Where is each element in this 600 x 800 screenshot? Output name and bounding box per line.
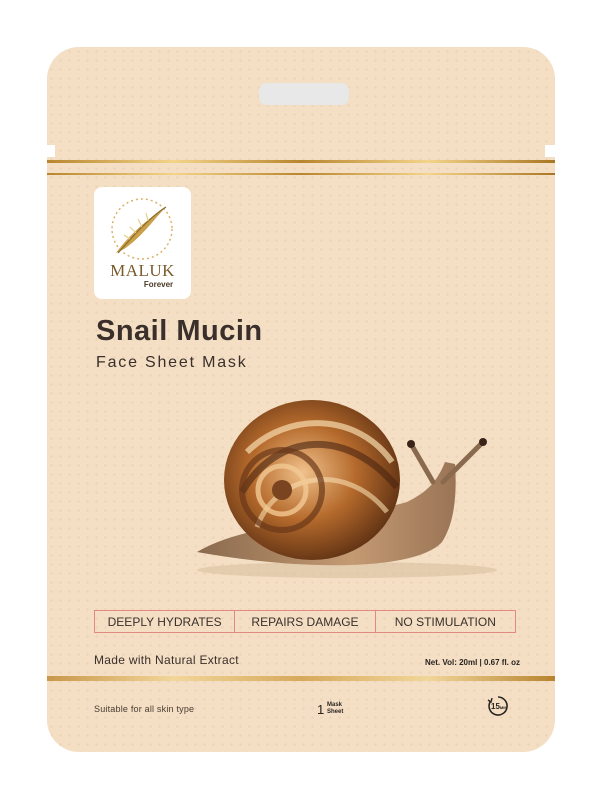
gold-divider-top [47, 160, 555, 163]
snail-image [197, 400, 497, 578]
feature-list: DEEPLY HYDRATES REPAIRS DAMAGE NO STIMUL… [94, 610, 516, 633]
feature-item: REPAIRS DAMAGE [235, 611, 376, 632]
gold-divider-top-2 [47, 173, 555, 175]
brand-tagline: Forever [143, 280, 174, 289]
sheet-count-label: Mask Sheet [327, 702, 344, 715]
gold-divider-bottom [47, 676, 555, 681]
sheet-count: 1 [317, 702, 325, 717]
feature-item: DEEPLY HYDRATES [95, 611, 236, 632]
timer-minutes: 15MIN [491, 702, 508, 711]
product-title: Snail Mucin [96, 315, 263, 347]
hang-slot [259, 83, 349, 105]
feather-icon [111, 198, 173, 260]
package-notch-right [545, 145, 555, 157]
skin-type-text: Suitable for all skin type [94, 704, 195, 714]
brand-logo: MALUK Forever [94, 187, 191, 299]
brand-name: MALUK [110, 261, 175, 280]
package-notch-left [45, 145, 55, 157]
feature-item: NO STIMULATION [394, 614, 496, 629]
product-subtitle: Face Sheet Mask [96, 354, 248, 371]
natural-extract-claim: Made with Natural Extract [94, 653, 239, 667]
net-volume: Net. Vol: 20ml | 0.67 fl. oz [425, 658, 521, 667]
sheet-mask-package: MALUK Forever Snail Mucin Face Sheet Mas… [47, 47, 555, 752]
